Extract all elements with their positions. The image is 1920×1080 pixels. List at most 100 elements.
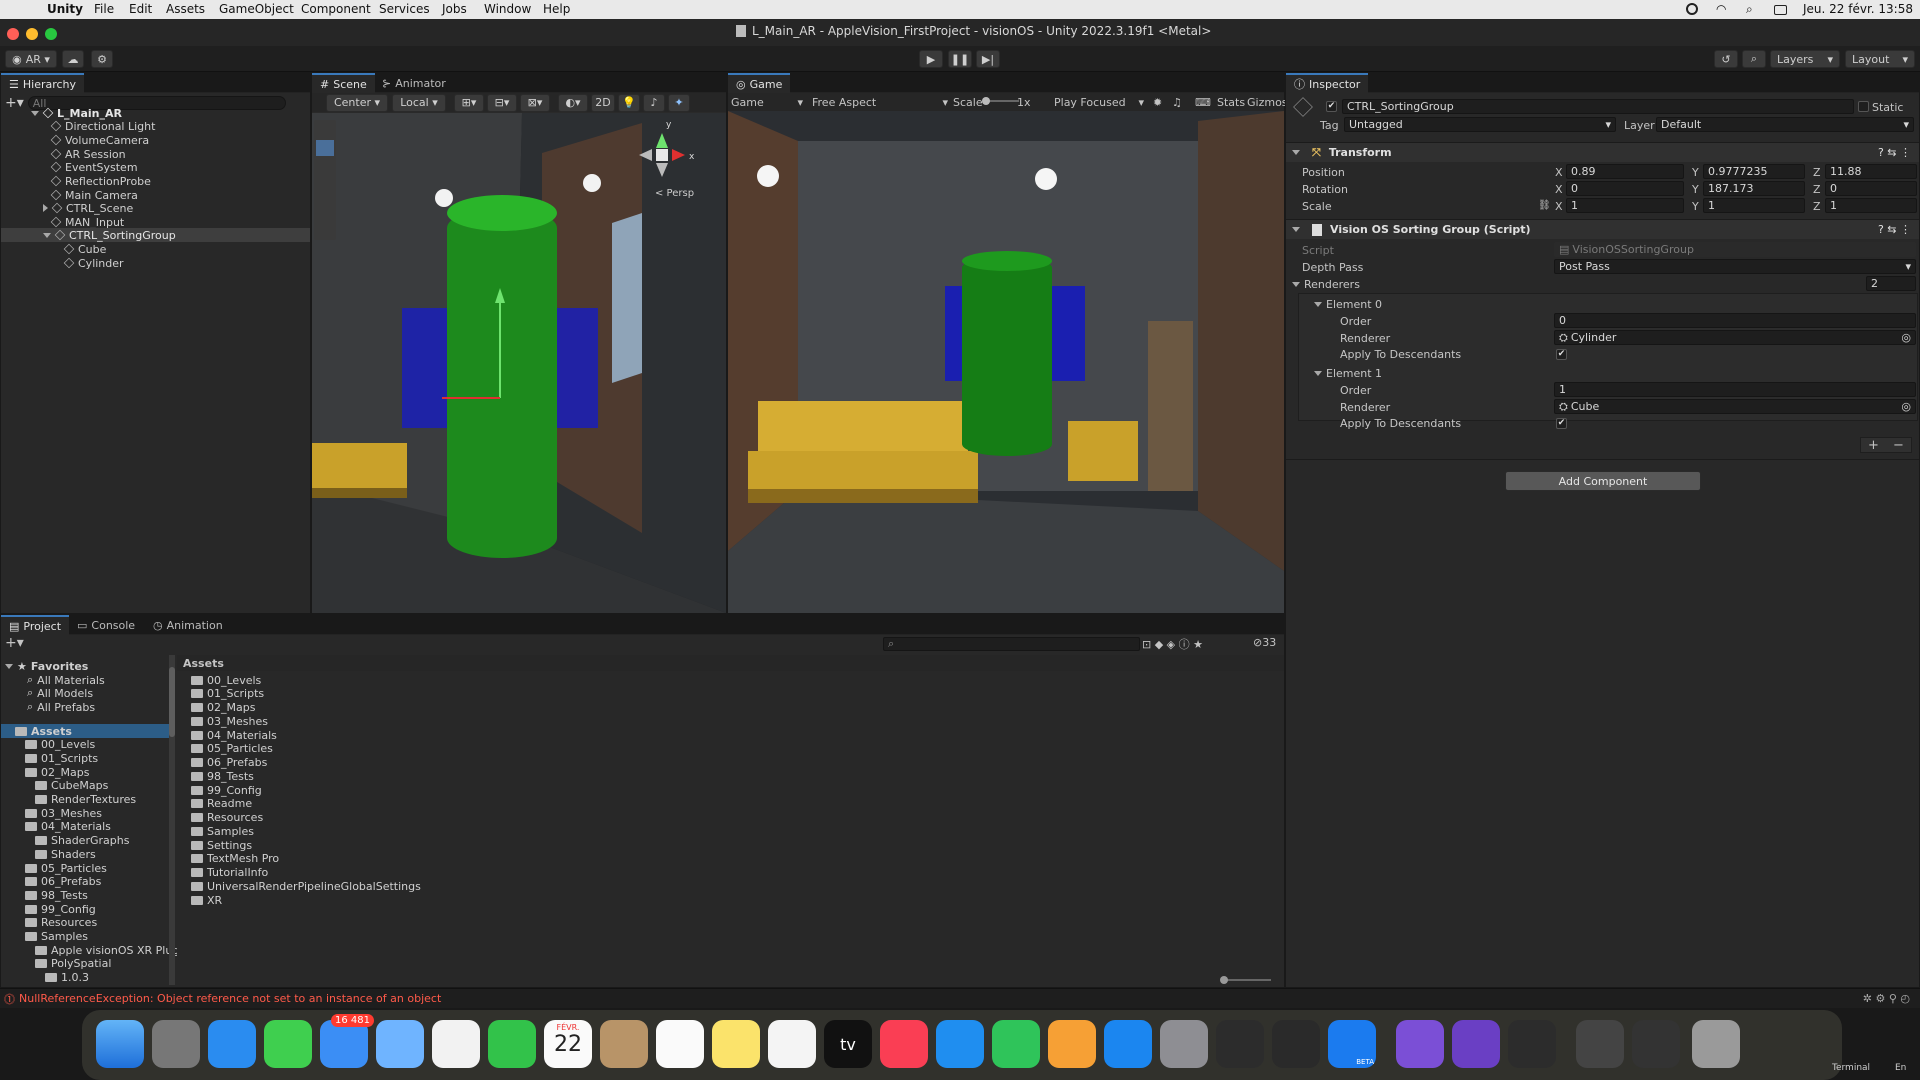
scene-viewport[interactable]: y x < Persp	[312, 113, 726, 613]
launchpad-icon[interactable]	[152, 1020, 200, 1068]
increment-snap-icon[interactable]: ⊠▾	[520, 93, 550, 112]
asset-row[interactable]: Settings	[191, 838, 252, 852]
hierarchy-item-main-camera[interactable]: Main Camera	[50, 188, 138, 202]
github-desktop-icon[interactable]	[1396, 1020, 1444, 1068]
asset-row[interactable]: 02_Maps	[191, 701, 255, 715]
tree-folder[interactable]: 00_Levels	[25, 738, 95, 752]
menu-gameobject[interactable]: GameObject	[219, 2, 294, 16]
component-menu-icon[interactable]: ? ⇆ ⋮	[1878, 223, 1911, 236]
scale-z-field[interactable]: 1	[1825, 198, 1917, 213]
rotation-z-field[interactable]: 0	[1825, 181, 1917, 196]
status-error-message[interactable]: NullReferenceException: Object reference…	[19, 992, 441, 1005]
hierarchy-item-ctrl-scene[interactable]: CTRL_Scene	[43, 201, 133, 215]
tree-folder[interactable]: 1.0.3	[45, 971, 89, 985]
shading-mode-icon[interactable]: ◐▾	[558, 93, 588, 112]
terminal-window-icon[interactable]	[1632, 1020, 1680, 1068]
add-component-button[interactable]: Add Component	[1505, 471, 1701, 491]
unity-status-icon[interactable]	[1686, 3, 1698, 15]
position-y-field[interactable]: 0.9777235	[1703, 164, 1805, 179]
hierarchy-item-man-input[interactable]: MAN_Input	[50, 215, 124, 229]
search-filter-icons[interactable]: ⊡ ◆ ◈ ⓘ ★	[1142, 636, 1203, 652]
asset-row[interactable]: 03_Meshes	[191, 714, 268, 728]
display-dropdown[interactable]: Game ▾	[731, 96, 803, 109]
tree-folder[interactable]: 02_Maps	[25, 765, 89, 779]
element-0-order-field[interactable]: 0	[1554, 313, 1916, 328]
menu-edit[interactable]: Edit	[129, 2, 152, 16]
aspect-dropdown[interactable]: Free Aspect ▾	[812, 96, 948, 109]
tree-folder[interactable]: Apple visionOS XR Plug	[35, 943, 177, 957]
favorite-all-models[interactable]: ⌕ All Models	[27, 686, 93, 700]
audio-icon[interactable]: ♫	[1172, 96, 1182, 109]
renderers-label[interactable]: Renderers	[1292, 276, 1360, 292]
keyboard-icon[interactable]: ⌨	[1195, 96, 1211, 109]
downloads-stack-icon[interactable]	[1576, 1020, 1624, 1068]
mute-icon[interactable]: ✹	[1153, 96, 1162, 109]
wifi-icon[interactable]: ◠	[1716, 2, 1726, 16]
audio-toggle-icon[interactable]: ♪	[643, 93, 665, 112]
position-x-field[interactable]: 0.89	[1566, 164, 1684, 179]
snap-icon[interactable]: ⊞▾	[454, 93, 484, 112]
tab-hierarchy[interactable]: ☰ Hierarchy	[1, 73, 85, 93]
tree-folder[interactable]: ShaderGraphs	[35, 834, 129, 848]
hierarchy-item-event-system[interactable]: EventSystem	[50, 160, 138, 174]
effects-toggle-icon[interactable]: ✦	[668, 93, 690, 112]
calendar-icon[interactable]: FÉVR. 22	[544, 1020, 592, 1068]
breadcrumb-assets[interactable]: Assets	[183, 657, 224, 670]
hierarchy-item-reflection-probe[interactable]: ReflectionProbe	[50, 174, 151, 188]
system-settings-icon[interactable]	[1160, 1020, 1208, 1068]
search-icon[interactable]: ⌕	[1742, 50, 1766, 68]
hierarchy-item-directional-light[interactable]: Directional Light	[50, 119, 155, 133]
menu-app-name[interactable]: Unity	[47, 2, 83, 16]
hierarchy-item-volume-camera[interactable]: VolumeCamera	[50, 133, 149, 147]
component-menu-icon[interactable]: ? ⇆ ⋮	[1878, 146, 1911, 159]
asset-row[interactable]: Samples	[191, 824, 254, 838]
lighting-toggle-icon[interactable]: 💡	[618, 93, 640, 112]
element-1-order-field[interactable]: 1	[1554, 382, 1916, 397]
hierarchy-item-ar-session[interactable]: AR Session	[50, 147, 126, 161]
tab-project[interactable]: ▤ Project	[1, 615, 70, 635]
cloud-icon[interactable]: ☁	[62, 50, 84, 68]
close-window-button[interactable]	[7, 28, 19, 40]
remove-element-button[interactable]: −	[1893, 438, 1904, 453]
scale-slider[interactable]	[982, 97, 1019, 105]
minimize-window-button[interactable]	[26, 28, 38, 40]
pivot-local-dropdown[interactable]: Local ▾	[392, 93, 446, 112]
add-element-button[interactable]: +	[1868, 438, 1879, 453]
contacts-icon[interactable]	[600, 1020, 648, 1068]
mail-icon[interactable]: 16 481	[320, 1014, 374, 1068]
scale-x-field[interactable]: 1	[1566, 198, 1684, 213]
asset-row[interactable]: XR	[191, 893, 222, 907]
asset-row[interactable]: TutorialInfo	[191, 866, 268, 880]
depth-pass-dropdown[interactable]: Post Pass ▾	[1554, 259, 1916, 274]
favorite-all-prefabs[interactable]: ⌕ All Prefabs	[27, 700, 95, 714]
visual-studio-icon[interactable]	[1452, 1020, 1500, 1068]
pivot-center-dropdown[interactable]: Center ▾	[326, 93, 388, 112]
hierarchy-item-cylinder[interactable]: Cylinder	[63, 256, 124, 270]
rotation-x-field[interactable]: 0	[1566, 181, 1684, 196]
layers-dropdown[interactable]: Layers ▾	[1770, 50, 1840, 68]
element-1-renderer-field[interactable]: ⛭ Cube ◎	[1554, 399, 1916, 414]
menu-jobs[interactable]: Jobs	[442, 2, 467, 16]
tree-folder[interactable]: Assets	[1, 724, 169, 738]
code-editor-icon[interactable]	[1272, 1020, 1320, 1068]
notes-icon[interactable]	[712, 1020, 760, 1068]
rotation-y-field[interactable]: 187.173	[1703, 181, 1805, 196]
status-bar-icons[interactable]: ✲ ⚙ ⚲ ◴	[1863, 992, 1910, 1005]
numbers-icon[interactable]	[992, 1020, 1040, 1068]
hierarchy-item-ctrl-sortinggroup[interactable]: CTRL_SortingGroup	[43, 228, 176, 242]
asset-row[interactable]: 99_Config	[191, 783, 262, 797]
constrain-proportions-icon[interactable]: ⛓	[1538, 200, 1551, 211]
apple-tv-icon[interactable]: tv	[824, 1020, 872, 1068]
tab-inspector[interactable]: ⓘ Inspector	[1286, 73, 1369, 93]
persp-label[interactable]: < Persp	[655, 188, 694, 199]
safari-icon[interactable]	[208, 1020, 256, 1068]
asset-row[interactable]: Readme	[191, 797, 252, 811]
menu-window[interactable]: Window	[484, 2, 531, 16]
element-0-renderer-field[interactable]: ⛭ Cylinder ◎	[1554, 330, 1916, 345]
asset-row[interactable]: TextMesh Pro	[191, 852, 279, 866]
xcode-beta-icon[interactable]: BETA	[1328, 1020, 1376, 1068]
stats-button[interactable]: Stats	[1217, 96, 1245, 109]
game-viewport[interactable]	[728, 111, 1284, 613]
create-asset-button[interactable]: +▾	[5, 635, 24, 651]
settings-gear-icon[interactable]: ⚙	[91, 50, 113, 68]
